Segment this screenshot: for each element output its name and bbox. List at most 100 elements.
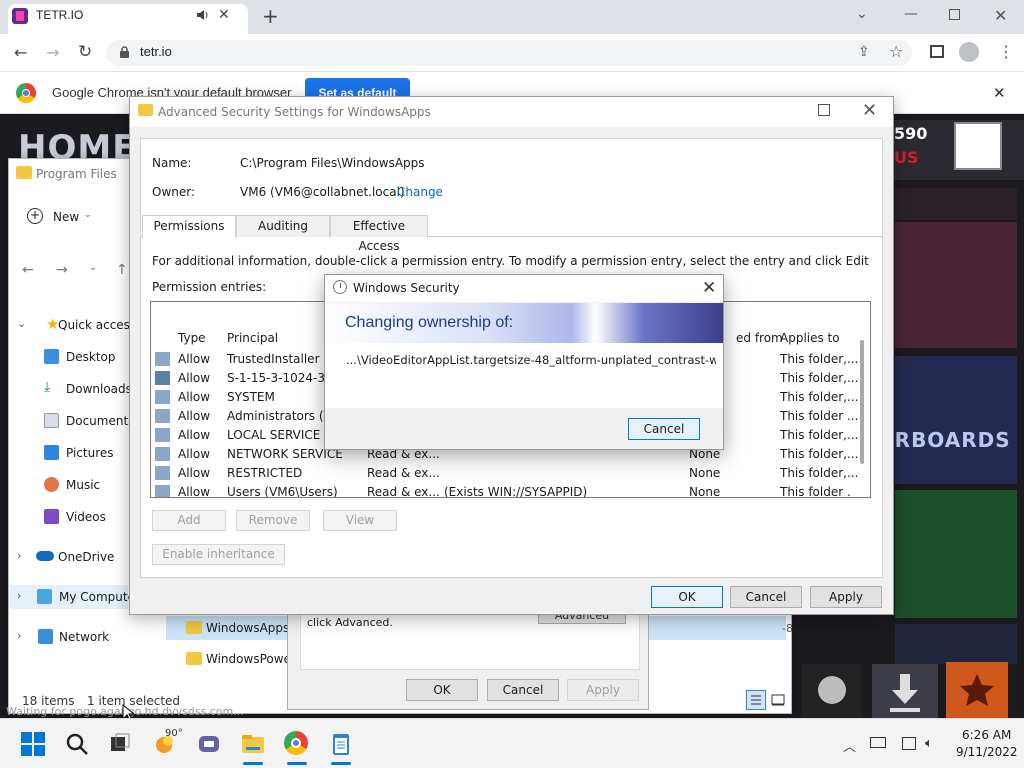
menu-kebab-icon[interactable]: ⋮ <box>998 42 1014 61</box>
minimize-icon[interactable]: — <box>904 6 918 22</box>
reload-icon[interactable]: ↻ <box>78 42 92 62</box>
file-row-windowspower[interactable]: WindowsPower <box>182 647 298 671</box>
star-icon[interactable] <box>946 662 1008 718</box>
clock-date[interactable]: 9/11/2022 <box>956 745 1018 759</box>
maximize-icon[interactable] <box>818 104 830 116</box>
lock-icon[interactable] <box>119 46 130 59</box>
properties-apply-button[interactable]: Apply <box>567 679 639 701</box>
close-icon[interactable]: ✕ <box>702 278 716 298</box>
share-icon[interactable]: ⇪ <box>858 44 870 60</box>
game-menu-block[interactable] <box>895 490 1017 618</box>
advanced-cancel-button[interactable]: Cancel <box>730 586 802 608</box>
permission-row[interactable]: Allow RESTRICTED Read & ex... None This … <box>152 464 858 483</box>
github-icon[interactable] <box>802 664 862 718</box>
folder-icon <box>138 104 153 116</box>
computer-icon <box>37 589 52 604</box>
recent-chevron-icon[interactable]: ⌄ <box>89 262 97 273</box>
sidebar-item-my-computer[interactable]: › My Computer <box>10 585 140 609</box>
tab-title: TETR.IO <box>36 8 84 22</box>
tab-search-chevron-icon[interactable]: ⌄ <box>856 6 868 22</box>
advanced-ok-button[interactable]: OK <box>651 586 723 608</box>
add-button[interactable]: Add <box>152 510 226 531</box>
properties-ok-button[interactable]: OK <box>406 679 478 701</box>
view-button[interactable]: View <box>323 510 397 531</box>
vertical-scrollbar[interactable] <box>860 340 864 464</box>
game-menu-block[interactable] <box>895 356 1017 484</box>
profile-avatar-icon[interactable] <box>959 42 979 62</box>
infobar-close-icon[interactable]: ✕ <box>993 84 1006 102</box>
change-owner-link[interactable]: Change <box>397 185 443 199</box>
user-group-icon <box>155 485 170 497</box>
forward-arrow-icon[interactable]: → <box>46 43 59 62</box>
windows-start-icon[interactable] <box>20 731 46 757</box>
chevron-right-icon[interactable]: › <box>17 629 21 642</box>
new-button[interactable]: New <box>53 210 79 224</box>
column-header-principal[interactable]: Principal <box>227 331 278 345</box>
side-panel-icon[interactable] <box>930 45 944 58</box>
window-close-icon[interactable]: ✕ <box>994 6 1007 25</box>
restore-icon[interactable] <box>949 9 960 20</box>
tab-permissions[interactable]: Permissions <box>142 215 236 238</box>
column-header-applies[interactable]: Applies to <box>780 331 840 345</box>
chevron-down-icon[interactable]: ⌄ <box>84 210 92 220</box>
game-stat-number: 590 <box>894 124 928 143</box>
display-icon[interactable] <box>902 737 916 750</box>
folder-icon <box>186 621 202 634</box>
address-bar[interactable] <box>106 40 912 66</box>
file-row-windowsapps[interactable]: WindowsApps <box>182 616 298 640</box>
chevron-right-icon[interactable]: › <box>17 549 21 562</box>
game-menu-block[interactable] <box>895 222 1017 348</box>
game-stat-suffix: US <box>894 148 919 167</box>
tiles-view-icon[interactable] <box>768 690 788 710</box>
advanced-security-title: Advanced Security Settings for WindowsAp… <box>158 105 431 119</box>
column-header-inherited[interactable]: ed from <box>736 331 783 345</box>
details-view-icon[interactable] <box>746 690 766 710</box>
chevron-right-icon[interactable]: › <box>17 589 21 602</box>
column-header-type[interactable]: Type <box>178 331 206 345</box>
folder-icon <box>186 652 202 665</box>
forward-arrow-icon[interactable]: → <box>56 262 68 278</box>
enable-inheritance-button[interactable]: Enable inheritance <box>152 544 285 565</box>
close-icon[interactable]: ✕ <box>862 100 877 121</box>
permission-row[interactable]: Allow Users (VM6\Users) Read & ex... (Ex… <box>152 483 852 497</box>
keyboard-icon[interactable] <box>870 737 886 748</box>
permissions-info-text: For additional information, double-click… <box>152 254 872 268</box>
tab-close-icon[interactable]: ✕ <box>218 8 230 22</box>
security-cancel-button[interactable]: Cancel <box>628 418 700 440</box>
new-tab-plus-icon[interactable]: + <box>262 6 279 26</box>
up-arrow-icon[interactable]: ↑ <box>116 262 128 278</box>
speaker-icon[interactable] <box>196 9 210 21</box>
teams-chat-icon[interactable] <box>196 731 222 757</box>
permission-entries-label: Permission entries: <box>152 280 267 294</box>
notepad-icon[interactable] <box>328 731 354 757</box>
chevron-expanded-icon[interactable]: ⌄ <box>17 317 26 330</box>
back-arrow-icon[interactable]: ← <box>22 262 34 278</box>
bookmark-star-icon[interactable]: ☆ <box>889 42 903 61</box>
name-label: Name: <box>152 156 192 170</box>
leaderboards-label[interactable]: ERBOARDS <box>880 428 1011 452</box>
active-indicator <box>287 762 307 765</box>
tetrio-favicon-icon <box>12 8 28 24</box>
props-side-text: -8 <box>782 622 793 635</box>
clock-time[interactable]: 6:26 AM <box>962 728 1011 742</box>
download-icon: ⤓ <box>44 379 51 395</box>
cloud-icon <box>36 551 54 561</box>
user-group-icon <box>155 428 170 442</box>
advanced-apply-button[interactable]: Apply <box>810 586 882 608</box>
properties-cancel-button[interactable]: Cancel <box>487 679 559 701</box>
volume-icon[interactable]: 🔈︎ <box>925 736 933 751</box>
remove-button[interactable]: Remove <box>236 510 310 531</box>
tab-auditing[interactable]: Auditing <box>236 215 330 237</box>
documents-icon <box>44 413 59 428</box>
search-icon[interactable] <box>64 731 90 757</box>
file-explorer-icon[interactable] <box>240 731 266 757</box>
game-menu-block[interactable] <box>895 188 1017 220</box>
back-arrow-icon[interactable]: ← <box>14 43 27 62</box>
chrome-icon[interactable] <box>284 731 310 757</box>
game-menu-block[interactable] <box>895 624 1017 664</box>
download-arrow-icon[interactable] <box>872 664 938 718</box>
tray-overflow-chevron-icon[interactable]: ︿ <box>843 736 856 755</box>
task-view-icon[interactable] <box>107 731 133 757</box>
tab-effective-access[interactable]: Effective Access <box>330 215 428 253</box>
game-avatar[interactable] <box>954 122 1002 170</box>
